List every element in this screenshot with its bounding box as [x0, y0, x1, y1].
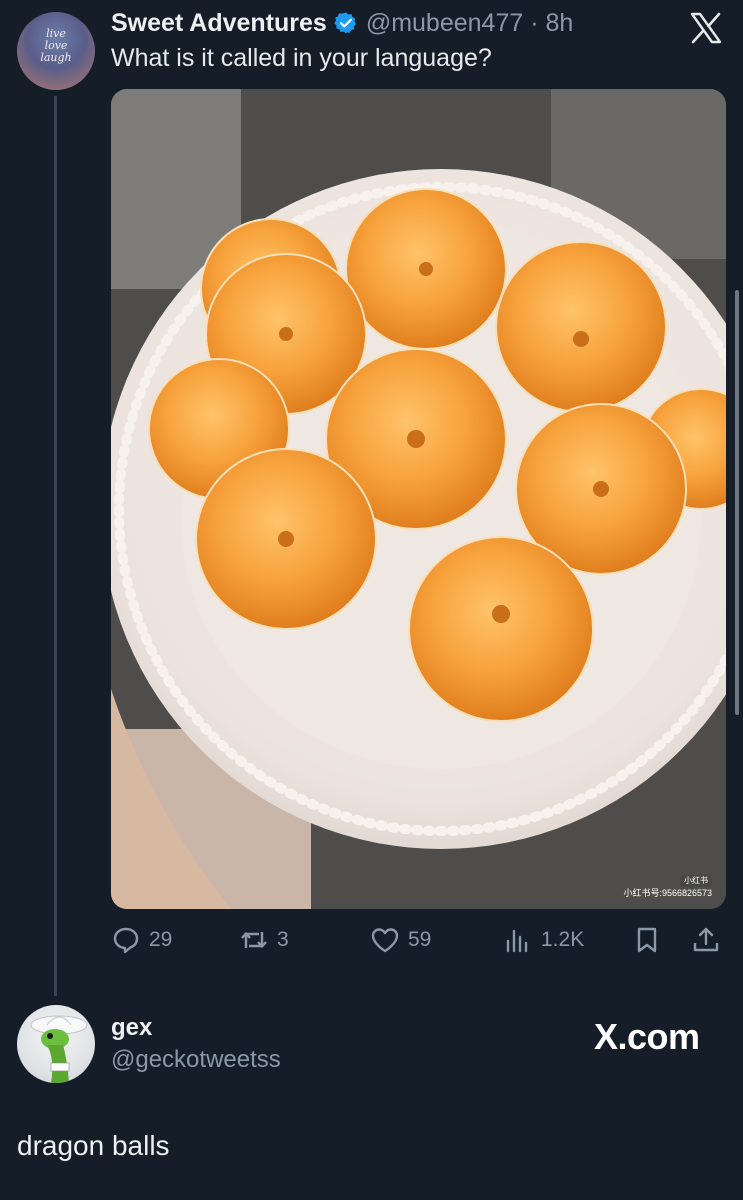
author-avatar[interactable]: live love laugh: [17, 12, 95, 90]
reply-author-display-name[interactable]: gex: [111, 1014, 152, 1042]
views-icon: [506, 929, 528, 953]
avatar-script-text: live love laugh: [40, 27, 72, 64]
repost-button[interactable]: 3: [239, 920, 289, 960]
reply-count: 29: [149, 928, 173, 951]
scrollbar[interactable]: [735, 290, 739, 715]
tweet-photo[interactable]: 小红书 小红书号:9566826573: [111, 89, 726, 909]
share-icon: [693, 927, 719, 952]
repost-icon: [241, 932, 267, 948]
bookmark-button[interactable]: [632, 920, 662, 960]
like-count: 59: [408, 928, 432, 951]
x-logo-icon[interactable]: [688, 10, 724, 46]
share-button[interactable]: [691, 920, 721, 960]
author-display-name[interactable]: Sweet Adventures: [111, 9, 327, 38]
views-count: 1.2K: [541, 928, 585, 951]
like-icon: [371, 928, 399, 953]
reply-author-handle[interactable]: @geckotweetss: [111, 1046, 281, 1074]
x-com-brand-mark: X.com: [594, 1016, 700, 1057]
photo-watermark: 小红书 小红书号:9566826573: [623, 874, 712, 899]
reply-text: dragon balls: [17, 1130, 170, 1161]
views-button[interactable]: 1.2K: [503, 920, 584, 960]
watermark-id: 小红书号:9566826573: [623, 888, 712, 898]
like-button[interactable]: 59: [370, 920, 431, 960]
tweet-action-bar: 29 3 59 1.2K: [111, 920, 726, 960]
tweet-text: What is it called in your language?: [111, 44, 492, 72]
reply-icon: [113, 927, 139, 954]
tweet-header: Sweet Adventures @mubeen477 · 8h: [111, 8, 573, 38]
thread-connector-line: [54, 96, 57, 996]
repost-count: 3: [277, 928, 289, 951]
reply-button[interactable]: 29: [111, 920, 172, 960]
post-screen: live love laugh Sweet Adventures @mubeen…: [0, 0, 743, 1200]
watermark-badge: 小红书: [680, 875, 712, 887]
verified-badge-icon: [334, 11, 358, 35]
gecko-avatar-illustration: [30, 1015, 88, 1083]
bookmark-icon: [637, 927, 657, 953]
reply-author-avatar[interactable]: [17, 1005, 95, 1083]
photo-illustration: [111, 89, 726, 909]
author-handle-and-time[interactable]: @mubeen477 · 8h: [366, 9, 573, 38]
